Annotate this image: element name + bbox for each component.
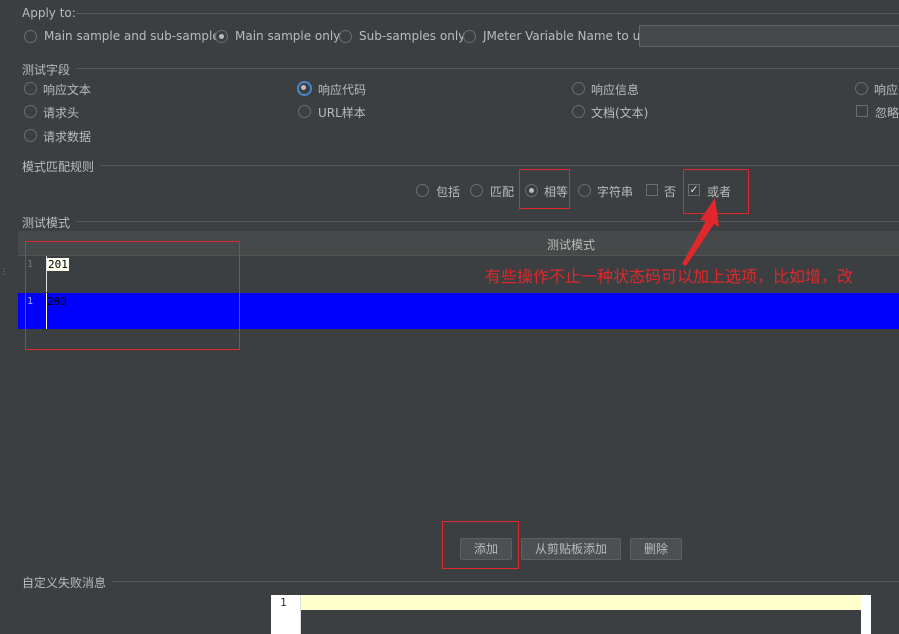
test-field-label: 测试字段 (22, 63, 71, 77)
field-document-text-radio[interactable] (572, 105, 585, 118)
field-response-message-radio[interactable] (572, 82, 585, 95)
apply-sub-only-radio[interactable] (339, 30, 352, 43)
column-header-test-pattern[interactable]: 测试模式 (547, 236, 595, 253)
annotation-text: 有些操作不止一种状态码可以加上选项，比如增，改 (485, 267, 854, 286)
field-request-data-radio[interactable] (24, 129, 37, 142)
rule-matches-label[interactable]: 匹配 (490, 183, 514, 200)
test-field-divider (76, 68, 899, 69)
row-line-number: 1 (27, 296, 34, 307)
rule-equals-radio[interactable] (525, 184, 538, 197)
field-document-text-label[interactable]: 文档(文本) (591, 104, 648, 121)
pattern-rule-divider (100, 165, 899, 166)
annotation-arrow-icon (682, 198, 719, 266)
field-response-code-radio[interactable] (297, 81, 312, 96)
field-response-text-label[interactable]: 响应文本 (43, 81, 91, 98)
add-from-clipboard-button[interactable]: 从剪贴板添加 (521, 538, 621, 560)
editor-line-number: 1 (280, 596, 287, 609)
apply-main-only-label[interactable]: Main sample only (235, 29, 340, 43)
row-line-number: 1 (27, 259, 34, 270)
field-ignore-status-label[interactable]: 忽略状态 (875, 104, 899, 121)
splitter-handle[interactable]: ⋮ (0, 268, 8, 284)
field-ignore-status-checkbox[interactable] (856, 105, 868, 117)
field-response-headers-label[interactable]: 响应头 (874, 81, 899, 98)
row-value[interactable]: 200 (47, 295, 67, 308)
rule-matches-radio[interactable] (470, 184, 483, 197)
rule-substring-label[interactable]: 字符串 (597, 183, 633, 200)
editor-gutter: 1 (271, 595, 301, 634)
table-header: 测试模式 (18, 231, 899, 256)
rule-not-checkbox[interactable] (646, 184, 658, 196)
field-response-code-label[interactable]: 响应代码 (318, 81, 366, 98)
field-response-message-label[interactable]: 响应信息 (591, 81, 639, 98)
rule-contains-radio[interactable] (416, 184, 429, 197)
field-url-sampled-label[interactable]: URL样本 (318, 104, 366, 121)
pattern-rule-label: 模式匹配规则 (22, 160, 95, 174)
table-row-selected[interactable]: 1 200 (18, 293, 899, 329)
field-request-data-label[interactable]: 请求数据 (43, 128, 91, 145)
apply-to-label: Apply to: (22, 6, 76, 20)
custom-failure-divider (112, 581, 899, 582)
rule-equals-label[interactable]: 相等 (544, 183, 568, 200)
editor-body[interactable] (301, 610, 861, 634)
jmeter-variable-input[interactable] (639, 25, 899, 47)
field-response-headers-radio[interactable] (855, 82, 868, 95)
apply-jmeter-variable-radio[interactable] (463, 30, 476, 43)
delete-button[interactable]: 删除 (630, 538, 682, 560)
rule-contains-label[interactable]: 包括 (436, 183, 460, 200)
add-button[interactable]: 添加 (460, 538, 512, 560)
apply-main-and-sub-label[interactable]: Main sample and sub-samples (44, 29, 226, 43)
row-value[interactable]: 201 (47, 258, 69, 271)
field-response-text-radio[interactable] (24, 82, 37, 95)
custom-failure-label: 自定义失败消息 (22, 576, 107, 590)
apply-to-divider (76, 13, 899, 14)
apply-jmeter-variable-label[interactable]: JMeter Variable Name to use (483, 29, 654, 43)
test-pattern-label: 测试模式 (22, 216, 71, 230)
field-request-headers-radio[interactable] (24, 105, 37, 118)
field-request-headers-label[interactable]: 请求头 (43, 104, 79, 121)
custom-failure-editor[interactable]: 1 (271, 595, 871, 634)
apply-sub-only-label[interactable]: Sub-samples only (359, 29, 465, 43)
field-url-sampled-radio[interactable] (298, 105, 311, 118)
rule-substring-radio[interactable] (578, 184, 591, 197)
apply-main-only-radio[interactable] (215, 30, 228, 43)
test-pattern-divider (76, 221, 899, 222)
editor-current-line[interactable] (301, 595, 861, 610)
apply-main-and-sub-radio[interactable] (24, 30, 37, 43)
